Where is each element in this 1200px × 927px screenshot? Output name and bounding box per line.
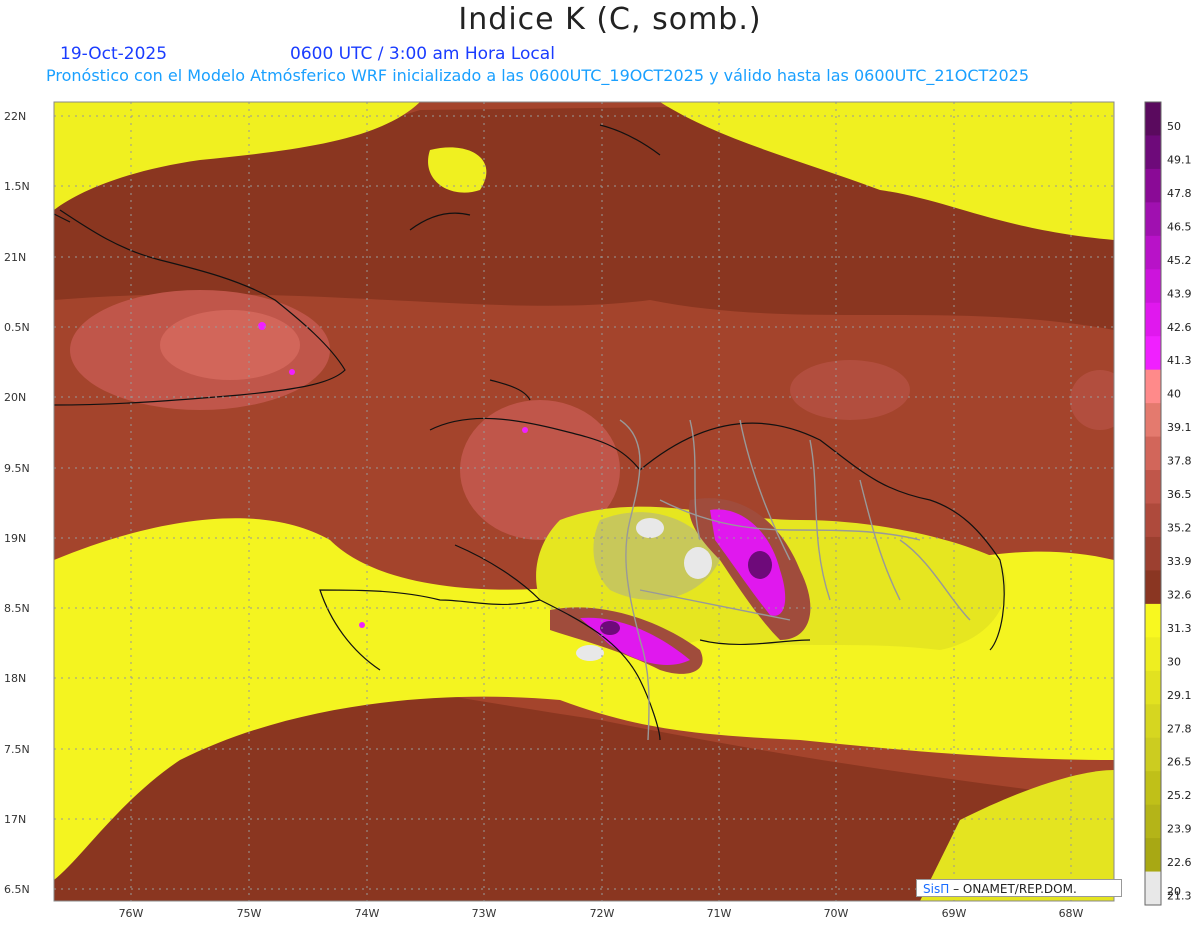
colorbar-label: 35.2 bbox=[1167, 522, 1192, 535]
colorbar-label: 32.6 bbox=[1167, 588, 1192, 601]
colorbar-swatch bbox=[1145, 637, 1161, 672]
colorbar-label: 25.2 bbox=[1167, 789, 1192, 802]
colorbar-swatch bbox=[1145, 704, 1161, 739]
colorbar-swatch bbox=[1145, 804, 1161, 839]
colorbar-swatch bbox=[1145, 737, 1161, 772]
colorbar-label: 46.5 bbox=[1167, 220, 1192, 233]
lat-label: 1.5N bbox=[4, 180, 30, 193]
colorbar-swatch bbox=[1145, 102, 1161, 136]
credit-text: – ONAMET/REP.DOM. bbox=[953, 882, 1077, 896]
colorbar-swatch bbox=[1145, 570, 1161, 605]
lon-label: 73W bbox=[472, 907, 497, 920]
colorbar-label: 41.3 bbox=[1167, 354, 1192, 367]
colorbar-label: 49.1 bbox=[1167, 153, 1192, 166]
colorbar-swatch bbox=[1145, 838, 1161, 873]
colorbar-swatch bbox=[1145, 603, 1161, 638]
colorbar-swatch bbox=[1145, 202, 1161, 237]
colorbar-label: 30 bbox=[1167, 655, 1181, 668]
lat-label: 7.5N bbox=[4, 743, 30, 756]
colorbar-label: 39.1 bbox=[1167, 421, 1192, 434]
k-index-field bbox=[54, 102, 1114, 901]
colorbar-label: 27.8 bbox=[1167, 722, 1192, 735]
colorbar-swatch bbox=[1145, 135, 1161, 170]
lon-label: 76W bbox=[119, 907, 144, 920]
colorbar-swatch bbox=[1145, 403, 1161, 438]
colorbar-swatch bbox=[1145, 771, 1161, 806]
lat-label: 9.5N bbox=[4, 462, 30, 475]
lon-label: 70W bbox=[824, 907, 849, 920]
colorbar-label: 23.9 bbox=[1167, 823, 1192, 836]
lat-label: 21N bbox=[4, 251, 26, 264]
lon-label: 75W bbox=[237, 907, 262, 920]
colorbar-label: 45.2 bbox=[1167, 254, 1192, 267]
colorbar-label: 20 bbox=[1167, 885, 1181, 898]
colorbar-swatch bbox=[1145, 436, 1161, 471]
colorbar-swatch bbox=[1145, 871, 1161, 906]
lat-label: 0.5N bbox=[4, 321, 30, 334]
colorbar-label: 50 bbox=[1167, 120, 1181, 133]
colorbar-swatch bbox=[1145, 470, 1161, 504]
lon-label: 72W bbox=[590, 907, 615, 920]
lon-label: 71W bbox=[707, 907, 732, 920]
latitude-axis: 22N 1.5N 21N 0.5N 20N 9.5N 19N 8.5N 18N … bbox=[4, 110, 30, 896]
lat-label: 17N bbox=[4, 813, 26, 826]
lat-label: 22N bbox=[4, 110, 26, 123]
colorbar-label: 26.5 bbox=[1167, 756, 1192, 769]
colorbar-label: 37.8 bbox=[1167, 455, 1192, 468]
longitude-axis: 76W 75W 74W 73W 72W 71W 70W 69W 68W bbox=[119, 907, 1084, 920]
colorbar-label: 33.9 bbox=[1167, 555, 1192, 568]
colorbar-swatch bbox=[1145, 670, 1161, 705]
colorbar-swatch bbox=[1145, 235, 1161, 270]
colorbar-label: 22.6 bbox=[1167, 856, 1192, 869]
credit-box: SisΠ – ONAMET/REP.DOM. bbox=[916, 879, 1122, 897]
colorbar: 50 49.1 47.8 46.5 45.2 43.9 42.6 41.3 40 39.1 37.8… bbox=[1144, 101, 1192, 906]
lat-label: 18N bbox=[4, 672, 26, 685]
lat-label: 6.5N bbox=[4, 883, 30, 896]
colorbar-swatch bbox=[1145, 503, 1161, 538]
colorbar-label: 29.1 bbox=[1167, 689, 1192, 702]
colorbar-swatch bbox=[1145, 536, 1161, 571]
map-figure: 22N 1.5N 21N 0.5N 20N 9.5N 19N 8.5N 18N … bbox=[4, 101, 1192, 920]
colorbar-label: 31.3 bbox=[1167, 622, 1192, 635]
colorbar-label: 42.6 bbox=[1167, 321, 1192, 334]
colorbar-swatch bbox=[1145, 302, 1161, 337]
colorbar-label: 47.8 bbox=[1167, 187, 1192, 200]
colorbar-swatch bbox=[1145, 369, 1161, 404]
lat-label: 8.5N bbox=[4, 602, 30, 615]
colorbar-swatch bbox=[1145, 168, 1161, 203]
colorbar-label: 40 bbox=[1167, 388, 1181, 401]
lon-label: 74W bbox=[355, 907, 380, 920]
lat-label: 19N bbox=[4, 532, 26, 545]
credit-brand: SisΠ bbox=[923, 882, 950, 896]
colorbar-swatch bbox=[1145, 269, 1161, 304]
lon-label: 68W bbox=[1059, 907, 1084, 920]
colorbar-label: 43.9 bbox=[1167, 287, 1192, 300]
colorbar-label: 36.5 bbox=[1167, 488, 1192, 501]
lat-label: 20N bbox=[4, 391, 26, 404]
colorbar-swatch bbox=[1145, 336, 1161, 371]
lon-label: 69W bbox=[942, 907, 967, 920]
